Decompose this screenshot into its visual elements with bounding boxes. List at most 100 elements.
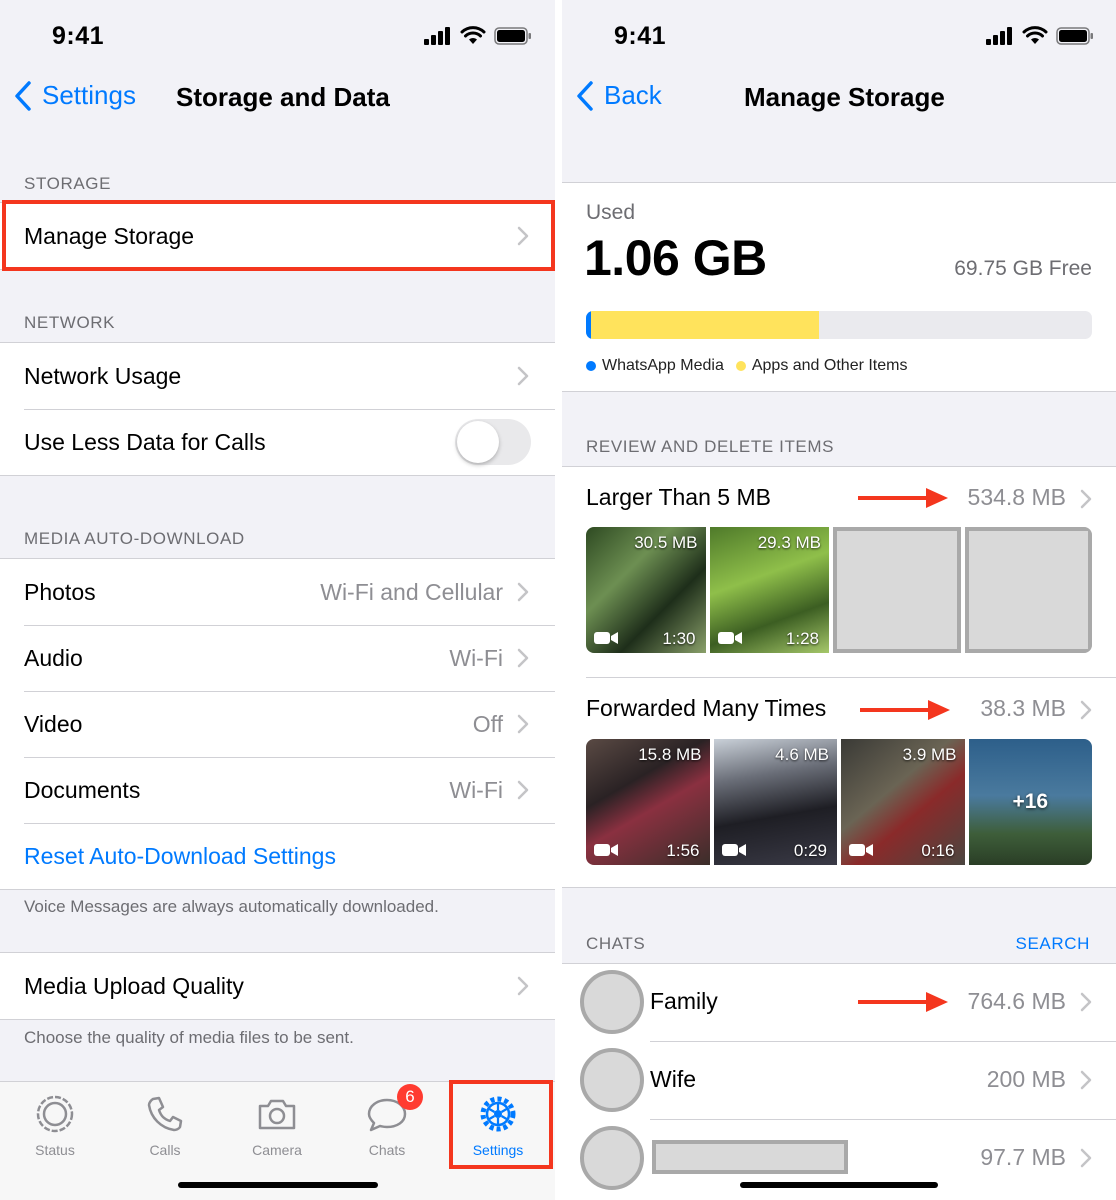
chevron-right-icon xyxy=(517,226,529,246)
audio-label: Audio xyxy=(24,644,83,671)
used-value: 1.06 GB xyxy=(584,230,767,286)
chevron-right-icon xyxy=(517,976,529,996)
phone-icon xyxy=(147,1096,183,1132)
audio-row[interactable]: Audio Wi-Fi xyxy=(0,625,555,691)
use-less-data-label: Use Less Data for Calls xyxy=(24,428,266,455)
storage-legend: WhatsApp Media Apps and Other Items xyxy=(586,357,907,375)
apps-other-segment xyxy=(591,311,819,339)
tab-calls[interactable]: Calls xyxy=(110,1092,220,1158)
chevron-right-icon xyxy=(517,366,529,386)
tab-bar: Status Calls Camera 6 Chats Settings xyxy=(0,1080,555,1200)
chevron-right-icon xyxy=(1080,992,1092,1012)
forwarded-row[interactable]: Forwarded Many Times 38.3 MB xyxy=(562,679,1116,735)
review-card: Larger Than 5 MB 534.8 MB 30.5 MB 1:30 2… xyxy=(562,466,1116,888)
video-row[interactable]: Video Off xyxy=(0,691,555,757)
wifi-icon xyxy=(460,26,486,44)
video-thumbnail[interactable]: 29.3 MB 1:28 xyxy=(709,527,829,653)
thumbnail-size: 4.6 MB xyxy=(775,745,829,764)
red-arrow-icon xyxy=(860,700,950,720)
battery-icon xyxy=(1056,26,1093,45)
redacted-chat-name xyxy=(652,1140,848,1174)
tab-chats[interactable]: 6 Chats xyxy=(332,1084,442,1158)
video-thumbnail[interactable]: 4.6 MB 0:29 xyxy=(713,739,837,865)
media-auto-download-header: MEDIA AUTO-DOWNLOAD xyxy=(24,529,245,548)
network-usage-row[interactable]: Network Usage xyxy=(0,343,555,409)
video-thumbnail[interactable]: 30.5 MB 1:30 xyxy=(586,527,706,653)
gear-icon xyxy=(480,1096,516,1132)
video-camera-icon xyxy=(594,632,618,644)
chat-row-wife[interactable]: Wife 200 MB xyxy=(562,1042,1116,1120)
thumbnail-duration: 1:28 xyxy=(785,629,819,648)
chats-section-header: CHATS xyxy=(586,934,646,953)
thumbnail-size: 29.3 MB xyxy=(757,533,821,552)
tab-chats-label: Chats xyxy=(368,1142,406,1158)
red-arrow-icon xyxy=(858,992,948,1012)
legend-whatsapp-media: WhatsApp Media xyxy=(586,357,724,375)
video-value: Off xyxy=(472,710,503,737)
tab-status[interactable]: Status xyxy=(0,1092,110,1158)
review-section-header: REVIEW AND DELETE ITEMS xyxy=(586,437,835,456)
manage-storage-row[interactable]: Manage Storage xyxy=(0,203,555,269)
cellular-signal-icon xyxy=(986,26,1012,45)
forwarded-size: 38.3 MB xyxy=(980,695,1066,721)
use-less-data-toggle[interactable] xyxy=(455,419,531,465)
forwarded-title: Forwarded Many Times xyxy=(586,695,827,721)
video-thumbnail[interactable]: 15.8 MB 1:56 xyxy=(586,739,710,865)
chevron-right-icon xyxy=(1080,489,1092,509)
audio-value: Wi-Fi xyxy=(449,644,503,671)
chats-search-button[interactable]: SEARCH xyxy=(1016,934,1090,954)
larger-than-thumbnails: 30.5 MB 1:30 29.3 MB 1:28 xyxy=(586,527,1092,653)
chevron-right-icon xyxy=(1080,1148,1092,1168)
storage-usage-card: Used 1.06 GB 69.75 GB Free WhatsApp Medi… xyxy=(562,182,1116,392)
status-bar: 9:41 xyxy=(562,0,1116,72)
reset-auto-download-link[interactable]: Reset Auto-Download Settings xyxy=(24,843,529,870)
chevron-right-icon xyxy=(1080,1070,1092,1090)
manage-storage-label: Manage Storage xyxy=(24,222,195,249)
status-icons xyxy=(424,26,532,45)
upload-quality-group: Media Upload Quality xyxy=(0,952,555,1020)
more-items-count: +16 xyxy=(1012,790,1049,813)
thumbnail-size: 15.8 MB xyxy=(638,745,702,764)
network-group: Network Usage Use Less Data for Calls xyxy=(0,342,555,476)
back-button[interactable]: Settings xyxy=(14,80,136,111)
photos-label: Photos xyxy=(24,578,96,605)
storage-usage-bar xyxy=(586,311,1092,339)
more-items-thumbnail[interactable]: +16 xyxy=(968,739,1092,865)
thumbnail-duration: 0:29 xyxy=(793,841,827,860)
tab-settings[interactable]: Settings xyxy=(443,1092,553,1158)
tab-calls-label: Calls xyxy=(149,1142,181,1158)
forwarded-thumbnails: 15.8 MB 1:56 4.6 MB 0:29 3.9 MB 0:16 +16 xyxy=(586,739,1092,865)
redacted-thumbnail[interactable] xyxy=(833,527,961,653)
row-divider xyxy=(586,677,1116,678)
larger-than-row[interactable]: Larger Than 5 MB 534.8 MB xyxy=(562,467,1116,523)
whatsapp-media-dot-icon xyxy=(586,361,596,371)
redacted-thumbnail[interactable] xyxy=(964,527,1092,653)
chevron-right-icon xyxy=(517,714,529,734)
chats-list: Family 764.6 MB Wife 200 MB 97.7 MB xyxy=(562,963,1116,1200)
photos-row[interactable]: Photos Wi-Fi and Cellular xyxy=(0,559,555,625)
storage-section-header: STORAGE xyxy=(24,174,112,193)
reset-auto-download-row[interactable]: Reset Auto-Download Settings xyxy=(0,823,555,889)
back-button[interactable]: Back xyxy=(576,80,662,111)
photos-value: Wi-Fi and Cellular xyxy=(320,578,503,605)
chat-name: Family xyxy=(650,988,718,1014)
chevron-right-icon xyxy=(517,780,529,800)
thumbnail-duration: 0:16 xyxy=(921,841,955,860)
storage-and-data-screen: 9:41 Settings Storage and Data STORAGE M… xyxy=(0,0,555,1200)
back-label: Settings xyxy=(42,80,136,110)
cellular-signal-icon xyxy=(424,26,450,45)
media-upload-quality-row[interactable]: Media Upload Quality xyxy=(0,953,555,1019)
chat-size: 764.6 MB xyxy=(967,988,1066,1014)
tab-camera[interactable]: Camera xyxy=(222,1092,332,1158)
status-bar: 9:41 xyxy=(0,0,555,72)
video-camera-icon xyxy=(721,844,746,856)
video-camera-icon xyxy=(594,844,618,856)
legend-apps-other: Apps and Other Items xyxy=(735,357,907,375)
chat-row-family[interactable]: Family 764.6 MB xyxy=(562,964,1116,1042)
legend-whatsapp-media-label: WhatsApp Media xyxy=(602,357,724,374)
video-thumbnail[interactable]: 3.9 MB 0:16 xyxy=(841,739,965,865)
navigation-bar: Back Manage Storage xyxy=(562,72,1116,124)
tab-status-label: Status xyxy=(35,1142,75,1158)
chat-name: Wife xyxy=(650,1066,696,1092)
documents-row[interactable]: Documents Wi-Fi xyxy=(0,757,555,823)
